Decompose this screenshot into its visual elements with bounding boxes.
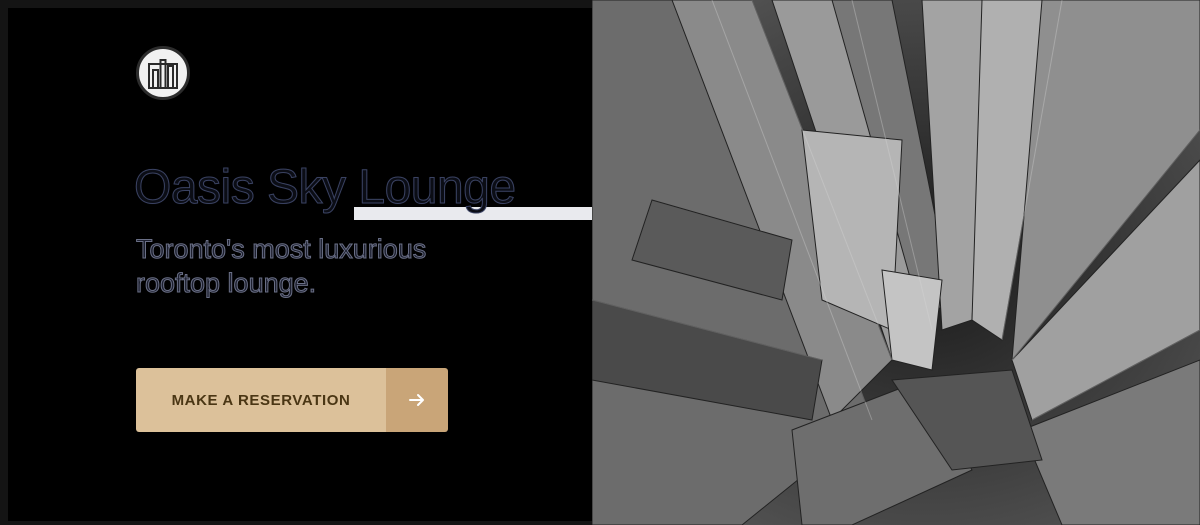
skyscraper-logo-icon xyxy=(136,46,190,100)
city-skyline-photo xyxy=(592,0,1200,525)
page-title: Oasis Sky Lounge xyxy=(134,161,517,215)
hero-subtitle: Toronto's most luxurious rooftop lounge. xyxy=(136,234,427,299)
hero-section: Oasis Sky Lounge Toronto's most luxuriou… xyxy=(0,0,1200,525)
arrow-right-icon xyxy=(386,368,448,432)
make-reservation-label: MAKE A RESERVATION xyxy=(136,368,386,432)
make-reservation-button[interactable]: MAKE A RESERVATION xyxy=(136,368,448,432)
